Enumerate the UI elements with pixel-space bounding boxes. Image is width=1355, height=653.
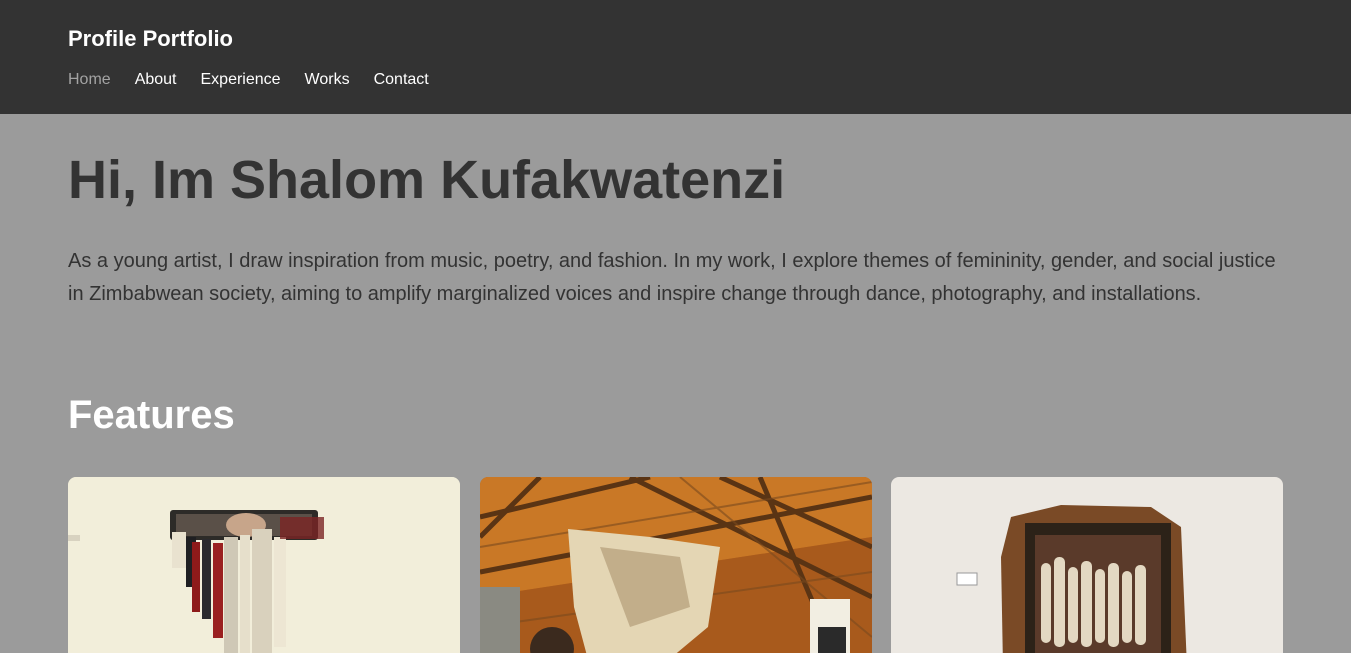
- nav-item-experience: Experience: [201, 70, 281, 90]
- feature-card-1[interactable]: [68, 477, 460, 653]
- feature-card-2[interactable]: [480, 477, 872, 653]
- nav-item-works: Works: [305, 70, 350, 90]
- thatched-roof-textile-installation-photo: [480, 477, 872, 653]
- nav-link-home[interactable]: Home: [68, 71, 111, 88]
- nav-menu: Home About Experience Works Contact: [68, 70, 429, 90]
- nav-item-contact: Contact: [374, 70, 429, 90]
- brand-link[interactable]: Profile Portfolio: [68, 26, 233, 52]
- woven-textile-wall-hanging-photo: [68, 477, 460, 653]
- framed-figures-textile-artwork-photo: [891, 477, 1283, 653]
- nav-item-home: Home: [68, 70, 111, 90]
- hero-title: Hi, Im Shalom Kufakwatenzi: [68, 150, 786, 210]
- features-heading: Features: [68, 393, 235, 437]
- hero-description: As a young artist, I draw inspiration fr…: [68, 250, 1276, 305]
- navbar: Profile Portfolio Home About Experience …: [0, 0, 1355, 114]
- feature-card-3[interactable]: [891, 477, 1283, 653]
- nav-link-experience[interactable]: Experience: [201, 71, 281, 88]
- nav-link-contact[interactable]: Contact: [374, 71, 429, 88]
- nav-item-about: About: [135, 70, 177, 90]
- nav-link-about[interactable]: About: [135, 71, 177, 88]
- nav-link-works[interactable]: Works: [305, 71, 350, 88]
- scrollbar-edge[interactable]: [1351, 0, 1355, 653]
